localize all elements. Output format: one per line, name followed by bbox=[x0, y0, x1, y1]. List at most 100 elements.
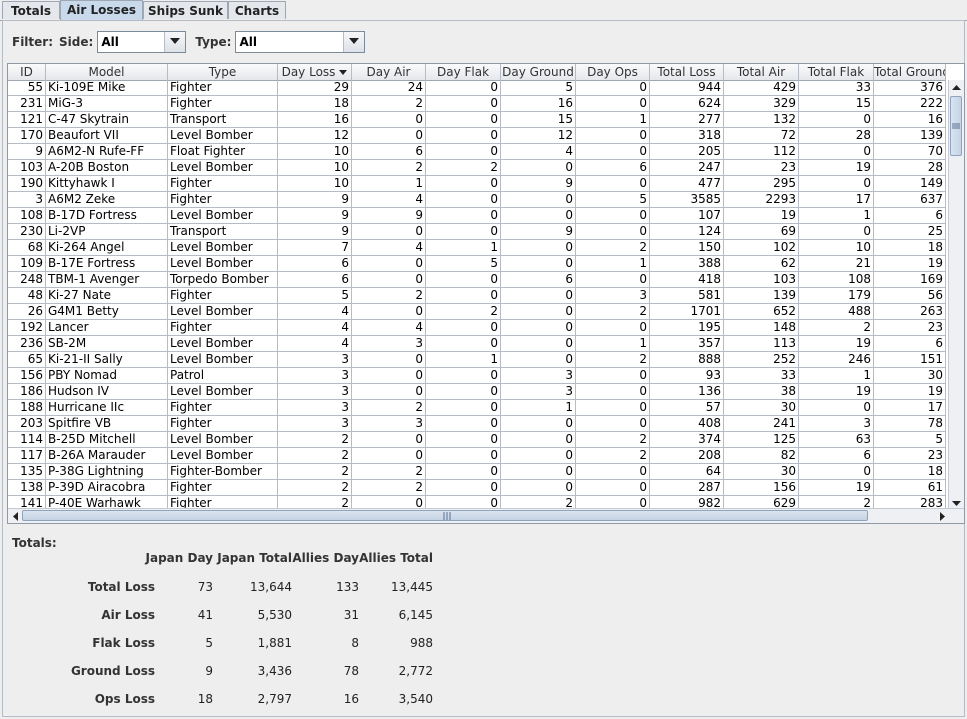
scroll-right-button[interactable] bbox=[935, 509, 949, 523]
horizontal-scroll-thumb[interactable] bbox=[22, 510, 868, 521]
table-cell: 4 bbox=[278, 320, 352, 336]
table-cell: 0 bbox=[426, 96, 501, 112]
column-header-total-air[interactable]: Total Air bbox=[724, 64, 799, 80]
column-header-type[interactable]: Type bbox=[168, 64, 278, 80]
vertical-scroll-thumb[interactable] bbox=[950, 96, 962, 156]
table-cell: 0 bbox=[576, 128, 650, 144]
table-cell: 2 bbox=[576, 448, 650, 464]
table-cell: 203 bbox=[8, 416, 46, 432]
table-row[interactable]: 9 A6M2-N Rufe-FF Float Fighter 10 6 0 4 0 205 112… bbox=[8, 144, 950, 160]
column-header-day-flak[interactable]: Day Flak bbox=[426, 64, 501, 80]
table-row[interactable]: 26 G4M1 Betty Level Bomber 4 0 2 0 2 1701 652 488 2… bbox=[8, 304, 950, 320]
type-select-dropdown-button[interactable] bbox=[343, 32, 365, 52]
table-row[interactable]: 3 A6M2 Zeke Fighter 9 4 0 0 5 3585 2293 17 637 bbox=[8, 192, 950, 208]
table-cell: 6 bbox=[576, 160, 650, 176]
table-cell: 192 bbox=[8, 320, 46, 336]
table-cell: 10 bbox=[278, 176, 352, 192]
scroll-up-button[interactable] bbox=[949, 80, 964, 94]
table-row[interactable]: 192 Lancer Fighter 4 4 0 0 0 195 148 2 23 bbox=[8, 320, 950, 336]
sort-descending-icon bbox=[339, 70, 348, 75]
table-row[interactable]: 236 SB-2M Level Bomber 4 3 0 0 1 357 113 19 6 bbox=[8, 336, 950, 352]
table-cell: 0 bbox=[799, 112, 874, 128]
table-row[interactable]: 156 PBY Nomad Patrol 3 0 0 3 0 93 33 1 30 bbox=[8, 368, 950, 384]
table-cell: 4 bbox=[352, 192, 426, 208]
table-cell: 329 bbox=[724, 96, 799, 112]
table-row[interactable]: 108 B-17D Fortress Level Bomber 9 9 0 0 0 107 19 1… bbox=[8, 208, 950, 224]
table-cell: PBY Nomad bbox=[46, 368, 168, 384]
column-header-model[interactable]: Model bbox=[46, 64, 168, 80]
horizontal-scrollbar[interactable] bbox=[8, 508, 964, 523]
table-row[interactable]: 55 Ki-109E Mike Fighter 29 24 0 5 0 944 429 33 376 bbox=[8, 80, 950, 96]
column-header-day-air[interactable]: Day Air bbox=[352, 64, 426, 80]
table-row[interactable]: 65 Ki-21-II Sally Level Bomber 3 0 1 0 2 888 252 2… bbox=[8, 352, 950, 368]
side-select-dropdown-button[interactable] bbox=[164, 32, 186, 52]
table-row[interactable]: 138 P-39D Airacobra Fighter 2 2 0 0 0 287 156 19 61 bbox=[8, 480, 950, 496]
table-row[interactable]: 190 Kittyhawk I Fighter 10 1 0 9 0 477 295 0 149 bbox=[8, 176, 950, 192]
table-cell: 16 bbox=[874, 112, 946, 128]
totals-value: 13,644 bbox=[250, 580, 292, 594]
table-cell: 0 bbox=[426, 176, 501, 192]
totals-value: 2,797 bbox=[257, 692, 292, 706]
tab-totals[interactable]: Totals bbox=[2, 1, 60, 19]
table-row[interactable]: 114 B-25D Mitchell Level Bomber 2 0 0 0 2 374 125… bbox=[8, 432, 950, 448]
column-header-day-loss[interactable]: Day Loss bbox=[278, 64, 352, 80]
table-row[interactable]: 188 Hurricane IIc Fighter 3 2 0 1 0 57 30 0 17 bbox=[8, 400, 950, 416]
table-cell: 103 bbox=[8, 160, 46, 176]
column-header-total-ground[interactable]: Total Ground bbox=[874, 64, 946, 80]
table-row[interactable]: 103 A-20B Boston Level Bomber 10 2 2 0 6 247 23 19… bbox=[8, 160, 950, 176]
table-cell: 0 bbox=[426, 416, 501, 432]
table-cell: 0 bbox=[426, 112, 501, 128]
table-cell: 3 bbox=[799, 416, 874, 432]
table-cell: 4 bbox=[352, 320, 426, 336]
table-row[interactable]: 121 C-47 Skytrain Transport 16 0 0 15 1 277 132 0 1… bbox=[8, 112, 950, 128]
table-cell: 107 bbox=[650, 208, 724, 224]
table-row[interactable]: 231 MiG-3 Fighter 18 2 0 16 0 624 329 15 222 bbox=[8, 96, 950, 112]
column-header-day-ground[interactable]: Day Ground bbox=[501, 64, 576, 80]
table-row[interactable]: 248 TBM-1 Avenger Torpedo Bomber 6 0 0 6 0 418 10… bbox=[8, 272, 950, 288]
tab-charts[interactable]: Charts bbox=[228, 1, 286, 19]
table-cell: 62 bbox=[724, 256, 799, 272]
totals-value: 16 bbox=[343, 692, 359, 706]
table-cell: 0 bbox=[576, 224, 650, 240]
column-header-day-ops[interactable]: Day Ops bbox=[576, 64, 650, 80]
tab-air-losses[interactable]: Air Losses bbox=[60, 0, 143, 20]
table-row[interactable]: 117 B-26A Marauder Level Bomber 2 0 0 0 2 208 82 6… bbox=[8, 448, 950, 464]
grip-icon bbox=[952, 123, 960, 129]
table-row[interactable]: 109 B-17E Fortress Level Bomber 6 0 5 0 1 388 62 2… bbox=[8, 256, 950, 272]
table-cell: 2 bbox=[576, 304, 650, 320]
type-select[interactable]: All bbox=[235, 31, 366, 53]
chevron-down-icon bbox=[349, 38, 360, 44]
table-cell: 418 bbox=[650, 272, 724, 288]
vertical-scrollbar[interactable] bbox=[948, 80, 964, 510]
table-row[interactable]: 170 Beaufort VII Level Bomber 12 0 0 12 0 318 72 2… bbox=[8, 128, 950, 144]
column-header-id[interactable]: ID bbox=[8, 64, 46, 80]
tab-ships-sunk[interactable]: Ships Sunk bbox=[143, 1, 228, 19]
table-cell: P-39D Airacobra bbox=[46, 480, 168, 496]
column-header-label: Type bbox=[208, 65, 237, 79]
table-cell: 2 bbox=[576, 240, 650, 256]
table-row[interactable]: 135 P-38G Lightning Fighter-Bomber 2 2 0 0 0 64 3… bbox=[8, 464, 950, 480]
table-cell: Level Bomber bbox=[168, 352, 278, 368]
table-cell: 0 bbox=[576, 144, 650, 160]
table-cell: 12 bbox=[278, 128, 352, 144]
table-row[interactable]: 230 Li-2VP Transport 9 0 0 9 0 124 69 0 25 bbox=[8, 224, 950, 240]
table-cell: 138 bbox=[8, 480, 46, 496]
table-cell: 0 bbox=[501, 160, 576, 176]
table-row[interactable]: 203 Spitfire VB Fighter 3 3 0 0 0 408 241 3 78 bbox=[8, 416, 950, 432]
column-header-total-loss[interactable]: Total Loss bbox=[650, 64, 724, 80]
table-cell: Level Bomber bbox=[168, 208, 278, 224]
column-header-total-flak[interactable]: Total Flak bbox=[799, 64, 874, 80]
table-row[interactable]: 68 Ki-264 Angel Level Bomber 7 4 1 0 2 150 102 10 1… bbox=[8, 240, 950, 256]
table-cell: 25 bbox=[874, 224, 946, 240]
table-row[interactable]: 186 Hudson IV Level Bomber 3 0 0 3 0 136 38 19 19 bbox=[8, 384, 950, 400]
table-cell: 69 bbox=[724, 224, 799, 240]
table-cell: A6M2-N Rufe-FF bbox=[46, 144, 168, 160]
table-cell: 117 bbox=[8, 448, 46, 464]
table-cell: Patrol bbox=[168, 368, 278, 384]
scroll-left-button[interactable] bbox=[8, 509, 22, 523]
table-row[interactable]: 48 Ki-27 Nate Fighter 5 2 0 0 3 581 139 179 56 bbox=[8, 288, 950, 304]
side-select[interactable]: All bbox=[97, 31, 187, 53]
totals-value: 5 bbox=[205, 636, 213, 650]
table-cell: 15 bbox=[501, 112, 576, 128]
table-cell: 6 bbox=[278, 256, 352, 272]
